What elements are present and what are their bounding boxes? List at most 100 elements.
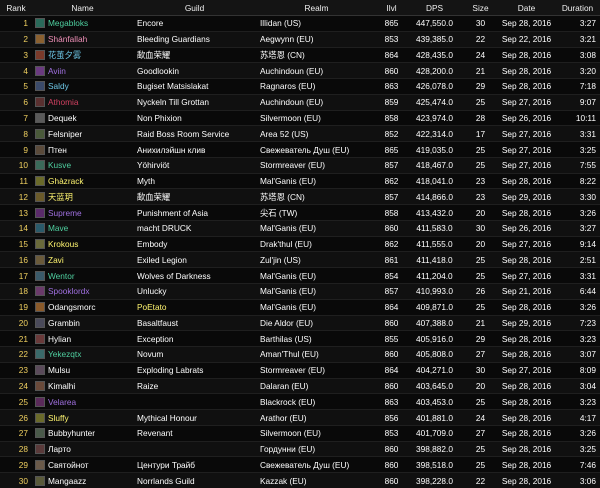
guild-cell[interactable]: Raize	[133, 377, 256, 394]
player-name-cell[interactable]: Supreme	[32, 204, 133, 221]
guild-cell[interactable]: PoEtato	[133, 298, 256, 316]
guild-cell[interactable]: Encore	[133, 15, 256, 32]
table-row[interactable]: 17 Wentor Wolves of Darkness Mal'Ganis (EU)…	[0, 267, 600, 284]
realm-cell[interactable]: Mal'Ganis (EU)	[256, 172, 377, 189]
realm-cell[interactable]: Drak'thul (EU)	[256, 235, 377, 252]
player-name[interactable]: Saldy	[48, 81, 69, 91]
table-row[interactable]: 14 Mave macht DRUCK Mal'Ganis (EU) 860 411,58…	[0, 219, 600, 237]
player-name-cell[interactable]: Птен	[32, 141, 133, 158]
realm-cell[interactable]: Stormreaver (EU)	[256, 156, 377, 174]
player-name[interactable]: Ларто	[48, 444, 71, 454]
player-name-cell[interactable]: Zavi	[32, 251, 133, 268]
guild-cell[interactable]: Центури Трайб	[133, 456, 256, 473]
player-name[interactable]: Hylian	[48, 334, 71, 344]
guild-cell[interactable]: Embody	[133, 235, 256, 252]
guild-cell[interactable]: macht DRUCK	[133, 219, 256, 237]
guild-cell[interactable]: Exploding Labrats	[133, 361, 256, 379]
table-row[interactable]: 8 Felsniper Raid Boss Room Service Area 52 …	[0, 125, 600, 142]
realm-cell[interactable]: Aegwynn (EU)	[256, 30, 377, 48]
header-duration[interactable]: Duration	[555, 0, 600, 16]
realm-cell[interactable]: Ragnaros (EU)	[256, 78, 377, 95]
realm-cell[interactable]: Silvermoon (EU)	[256, 424, 377, 442]
realm-cell[interactable]: Stormreaver (EU)	[256, 361, 377, 379]
player-name-cell[interactable]: Spooklordx	[32, 283, 133, 300]
player-name-cell[interactable]: Bubbyhunter	[32, 424, 133, 442]
guild-cell[interactable]: Revenant	[133, 424, 256, 442]
table-row[interactable]: 16 Zavi Exiled Legion Zul'jin (US) 861 411,41…	[0, 251, 600, 268]
realm-cell[interactable]: Zul'jin (US)	[256, 251, 377, 268]
realm-cell[interactable]: 尖石 (TW)	[256, 204, 377, 221]
player-name-cell[interactable]: 花茧夕雾	[32, 46, 133, 63]
header-ilvl[interactable]: Ilvl	[377, 0, 406, 16]
guild-cell[interactable]: 歃血荣耀	[133, 188, 256, 205]
guild-cell[interactable]: Mythical Honour	[133, 409, 256, 426]
table-row[interactable]: 29 Святойнот Центури Трайб Свежеватель Душ …	[0, 456, 600, 473]
table-row[interactable]: 13 Supreme Punishment of Asia 尖石 (TW) 858 413…	[0, 204, 600, 221]
realm-cell[interactable]: Arathor (EU)	[256, 409, 377, 426]
player-name-cell[interactable]: Sluffy	[32, 409, 133, 426]
header-rank[interactable]: Rank	[0, 0, 32, 16]
player-name-cell[interactable]: Felsniper	[32, 125, 133, 142]
player-name[interactable]: Птен	[48, 145, 67, 155]
player-name-cell[interactable]: Krokous	[32, 235, 133, 252]
player-name[interactable]: Dequek	[48, 113, 77, 123]
realm-cell[interactable]: Aman'Thul (EU)	[256, 346, 377, 363]
realm-cell[interactable]: 苏塔恩 (CN)	[256, 46, 377, 63]
guild-cell[interactable]: Goodlookin	[133, 62, 256, 79]
player-name[interactable]: Athomia	[48, 97, 78, 107]
player-name-cell[interactable]: Mulsu	[32, 361, 133, 379]
player-name[interactable]: Sluffy	[48, 413, 69, 423]
realm-cell[interactable]: Blackrock (EU)	[256, 393, 377, 410]
table-row[interactable]: 26 Sluffy Mythical Honour Arathor (EU) 856 40…	[0, 409, 600, 426]
realm-cell[interactable]: Свежеватель Душ (EU)	[256, 141, 377, 158]
realm-cell[interactable]: Die Aldor (EU)	[256, 314, 377, 331]
header-realm[interactable]: Realm	[256, 0, 377, 16]
player-name[interactable]: 天蓝玥	[48, 192, 73, 202]
guild-cell[interactable]: 歃血荣耀	[133, 46, 256, 63]
table-row[interactable]: 5 Saldy Bugiset Matsislakat Ragnaros (EU) 86…	[0, 78, 600, 95]
realm-cell[interactable]: Mal'Ganis (EU)	[256, 219, 377, 237]
guild-cell[interactable]: Exception	[133, 330, 256, 347]
table-row[interactable]: 9 Птен Анихилэйшн клив Свежеватель Душ (EU)…	[0, 141, 600, 158]
realm-cell[interactable]: Auchindoun (EU)	[256, 93, 377, 111]
table-row[interactable]: 15 Krokous Embody Drak'thul (EU) 862 411,555.…	[0, 235, 600, 252]
player-name-cell[interactable]: Dequek	[32, 109, 133, 126]
table-row[interactable]: 28 Ларто Гордунни (EU) 860 398,882.0 25 Sep 28…	[0, 440, 600, 457]
table-row[interactable]: 20 Grambin Basaltfaust Die Aldor (EU) 860 407…	[0, 314, 600, 331]
guild-cell[interactable]: Bugiset Matsislakat	[133, 78, 256, 95]
player-name-cell[interactable]: Aviin	[32, 62, 133, 79]
table-row[interactable]: 11 Ghàzrack Myth Mal'Ganis (EU) 862 418,041.0…	[0, 172, 600, 189]
guild-cell[interactable]: Myth	[133, 172, 256, 189]
guild-cell[interactable]: Non Phixion	[133, 109, 256, 126]
realm-cell[interactable]: Barthilas (US)	[256, 330, 377, 347]
player-name-cell[interactable]: Wentor	[32, 267, 133, 284]
guild-cell[interactable]: Bleeding Guardians	[133, 30, 256, 48]
player-name-cell[interactable]: Ghàzrack	[32, 172, 133, 189]
player-name-cell[interactable]: Grambin	[32, 314, 133, 331]
player-name-cell[interactable]: 天蓝玥	[32, 188, 133, 205]
player-name[interactable]: Mulsu	[48, 365, 70, 375]
player-name[interactable]: Spooklordx	[48, 286, 90, 296]
realm-cell[interactable]: Dalaran (EU)	[256, 377, 377, 394]
header-date[interactable]: Date	[498, 0, 555, 16]
realm-cell[interactable]: 苏塔恩 (CN)	[256, 188, 377, 205]
player-name[interactable]: Shánfallah	[48, 34, 87, 44]
player-name[interactable]: Bubbyhunter	[48, 428, 95, 438]
realm-cell[interactable]: Area 52 (US)	[256, 125, 377, 142]
table-row[interactable]: 23 Mulsu Exploding Labrats Stormreaver (EU)…	[0, 361, 600, 379]
player-name[interactable]: Velarea	[48, 397, 76, 407]
player-name-cell[interactable]: Saldy	[32, 78, 133, 95]
realm-cell[interactable]: Kazzak (EU)	[256, 472, 377, 488]
player-name[interactable]: Odangsmorc	[48, 302, 96, 312]
guild-cell[interactable]: Wolves of Darkness	[133, 267, 256, 284]
table-row[interactable]: 19 Odangsmorc PoEtato Mal'Ganis (EU) 864 409,…	[0, 298, 600, 316]
guild-cell[interactable]: Basaltfaust	[133, 314, 256, 331]
guild-cell[interactable]: Анихилэйшн клив	[133, 141, 256, 158]
guild-cell[interactable]: Novum	[133, 346, 256, 363]
header-guild[interactable]: Guild	[133, 0, 256, 16]
guild-cell[interactable]	[133, 393, 256, 410]
player-name[interactable]: Megabloks	[48, 18, 88, 28]
player-name-cell[interactable]: Ларто	[32, 440, 133, 457]
player-name[interactable]: 花茧夕雾	[48, 50, 81, 60]
player-name-cell[interactable]: Kusve	[32, 156, 133, 174]
